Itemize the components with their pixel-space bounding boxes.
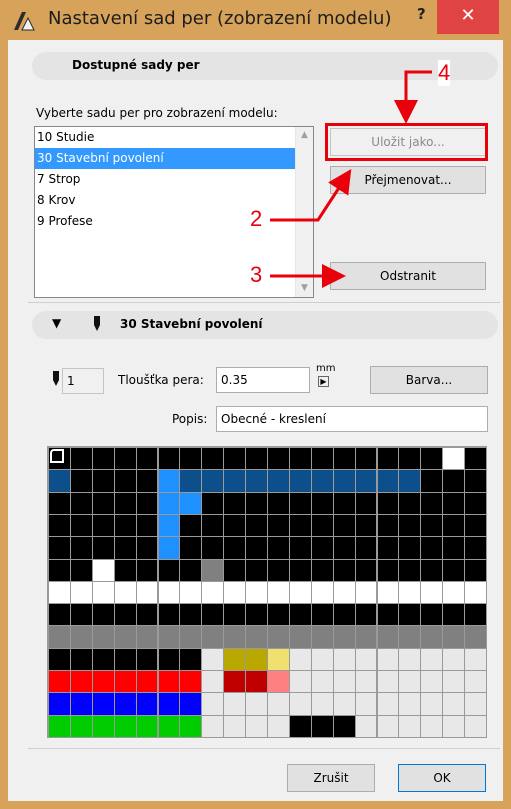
annotation-arrows (270, 70, 432, 288)
arrow-2 (270, 168, 352, 222)
callout-4: 4 (438, 60, 451, 86)
dialog-window: Nastavení sad per (zobrazení modelu) ? ✕… (0, 0, 511, 809)
arrow-4 (394, 70, 432, 124)
callout-3: 3 (248, 262, 265, 288)
callout-2: 2 (248, 206, 265, 232)
